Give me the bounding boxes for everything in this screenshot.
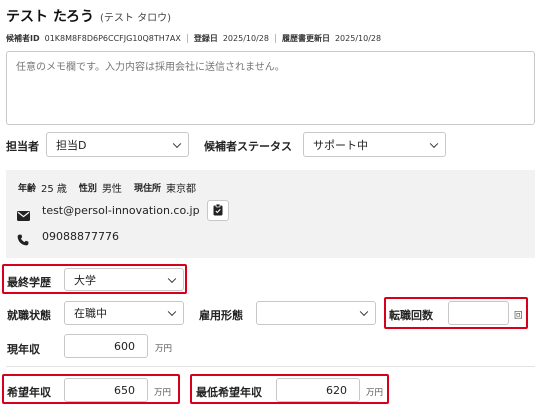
candidate-meta: 候補者ID 01K8M8F8D6P6CCFJG10Q8TH7AX 登録日 202…: [6, 32, 381, 44]
memo-textarea[interactable]: [6, 51, 535, 125]
job-changes-label: 転職回数: [389, 309, 433, 322]
employment-status-value: 在職中: [74, 307, 107, 320]
current-income-input[interactable]: 600: [64, 334, 148, 358]
employment-type-select[interactable]: [256, 301, 376, 325]
profile-basic-info: 年齢 25 歳 性別 男性 現住所 東京都: [18, 180, 208, 195]
min-desired-income-label: 最低希望年収: [196, 386, 262, 399]
age-value: 25 歳: [41, 184, 67, 195]
registered-date-label: 登録日: [193, 33, 218, 43]
residence-label: 現住所: [133, 184, 161, 194]
min-desired-income-input[interactable]: 620: [276, 378, 360, 402]
education-label: 最終学歴: [7, 276, 51, 289]
copy-email-button[interactable]: [207, 200, 229, 221]
status-label: 候補者ステータス: [204, 140, 292, 153]
candidate-name-kana: (テスト タロウ): [100, 13, 171, 24]
job-changes-unit: 回: [514, 311, 523, 321]
candidate-name: テスト たろう: [6, 9, 95, 25]
current-income-unit: 万円: [155, 344, 173, 354]
gender-label: 性別: [78, 184, 97, 194]
gender-value: 男性: [101, 184, 122, 195]
min-desired-income-unit: 万円: [366, 388, 384, 398]
chevron-down-icon: [167, 274, 177, 283]
candidate-id-label: 候補者ID: [6, 33, 40, 43]
resume-updated-label: 履歴書更新日: [281, 33, 330, 43]
chevron-down-icon: [167, 307, 177, 317]
desired-income-input[interactable]: 650: [64, 378, 148, 402]
desired-income-label: 希望年収: [7, 386, 51, 399]
current-income-label: 現年収: [7, 343, 40, 356]
phone-value: 09088877776: [42, 230, 119, 243]
education-select[interactable]: 大学: [64, 268, 184, 291]
owner-select-value: 担当D: [56, 138, 87, 152]
chevron-down-icon: [429, 139, 439, 148]
age-label: 年齢: [18, 184, 37, 194]
residence-value: 東京都: [165, 184, 196, 195]
email-value: test@persol-innovation.co.jp: [42, 204, 200, 217]
phone-icon: [17, 231, 29, 250]
mail-icon: [17, 206, 30, 225]
meta-divider: [186, 33, 188, 43]
section-divider: [6, 366, 535, 367]
owner-label: 担当者: [6, 140, 39, 153]
employment-type-label: 雇用形態: [199, 309, 243, 322]
resume-updated-value: 2025/10/28: [334, 33, 382, 43]
status-select-value: サポート中: [313, 138, 368, 152]
employment-status-label: 就職状態: [7, 309, 51, 322]
chevron-down-icon: [359, 307, 369, 317]
clipboard-icon: [213, 201, 223, 220]
candidate-id-value: 01K8M8F8D6P6CCFJG10Q8TH7AX: [44, 33, 181, 43]
job-changes-input[interactable]: [448, 301, 509, 325]
owner-select[interactable]: 担当D: [46, 132, 189, 157]
employment-status-select[interactable]: 在職中: [64, 301, 184, 325]
chevron-down-icon: [172, 139, 182, 148]
registered-date-value: 2025/10/28: [222, 33, 269, 43]
meta-divider: [274, 33, 276, 43]
education-select-value: 大学: [74, 273, 96, 287]
status-select[interactable]: サポート中: [303, 132, 446, 157]
desired-income-unit: 万円: [154, 388, 172, 398]
